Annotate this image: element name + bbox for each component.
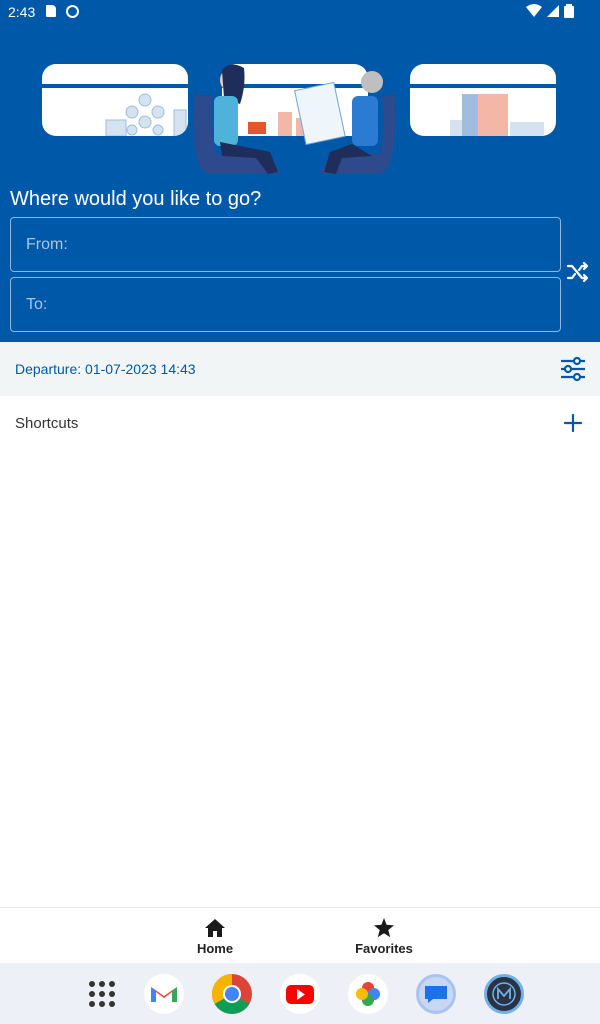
status-time: 2:43 [8,4,36,20]
departure-label[interactable]: Departure: 01-07-2023 14:43 [15,361,196,377]
nav-home-label: Home [196,941,234,956]
gmail-icon[interactable] [144,974,184,1014]
to-placeholder: To: [26,296,48,313]
sd-card-icon [46,5,56,17]
wifi-icon [526,4,543,17]
swap-stations-icon[interactable] [564,260,592,284]
bottom-nav: Home Favorites [0,907,600,963]
filter-options-icon[interactable] [558,356,588,382]
status-icons [526,4,574,20]
from-placeholder: From: [26,236,68,253]
destination-prompt: Where would you like to go? [10,188,262,210]
battery-icon [564,4,574,18]
youtube-icon[interactable] [280,974,320,1014]
nav-home[interactable]: Home [165,918,265,956]
chrome-icon[interactable] [212,974,252,1014]
photos-icon[interactable] [348,974,388,1014]
signal-icon [547,5,560,17]
hero-header: Where would you like to go? From: To: [0,24,600,342]
departure-bar[interactable]: Departure: 01-07-2023 14:43 [0,342,600,396]
shortcuts-section: Shortcuts [0,396,600,452]
from-field[interactable]: From: [10,217,561,272]
travelers-illustration [194,64,396,174]
home-icon [205,919,225,937]
star-icon [374,918,394,938]
nav-favorites[interactable]: Favorites [334,918,434,956]
nav-favorites-label: Favorites [355,941,413,956]
to-field[interactable]: To: [10,277,561,332]
add-shortcut-icon[interactable] [562,412,584,434]
messages-icon[interactable] [416,974,456,1014]
shortcuts-label: Shortcuts [15,415,79,432]
system-dock [0,963,600,1024]
m-app-icon[interactable] [484,974,524,1014]
notification-icon [66,5,79,18]
app-drawer-icon[interactable] [82,974,122,1014]
status-bar: 2:43 [0,0,600,24]
